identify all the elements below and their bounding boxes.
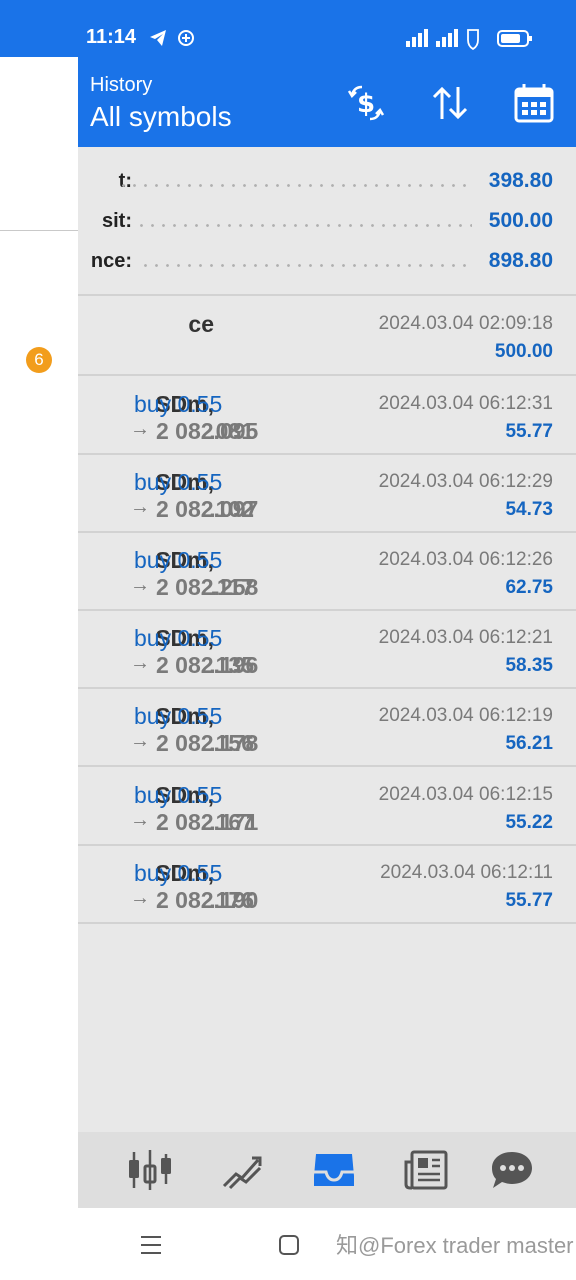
arrow-right-icon: → bbox=[130, 809, 150, 831]
tab-quotes[interactable] bbox=[126, 1148, 174, 1192]
notification-badge: 6 bbox=[26, 347, 52, 373]
deal-profit: 54.73 bbox=[505, 499, 553, 520]
deal-close-price: 2 082.258 bbox=[156, 574, 259, 600]
deal-close-price: 2 082.095 bbox=[156, 418, 259, 444]
deal-profit: 62.75 bbox=[505, 577, 553, 598]
deal-side: buy 0.55 bbox=[134, 547, 223, 573]
svg-text:$: $ bbox=[357, 89, 375, 119]
deal-profit: 55.22 bbox=[505, 812, 553, 833]
arrow-right-icon: → bbox=[130, 652, 150, 674]
deal-row[interactable]: SDm, buy 0.55 .081 → 2 082.095 2024.03.0… bbox=[78, 376, 576, 454]
home-button[interactable] bbox=[278, 1234, 300, 1261]
menu-icon bbox=[141, 1236, 161, 1254]
sort-icon bbox=[432, 86, 468, 120]
deal-row[interactable]: SDm, buy 0.55 .117 → 2 082.258 2024.03.0… bbox=[78, 532, 576, 610]
deal-time: 2024.03.04 06:12:19 bbox=[378, 705, 553, 726]
arrow-right-icon: → bbox=[130, 496, 150, 518]
arrow-right-icon: → bbox=[130, 887, 150, 909]
summary-label: t: bbox=[118, 170, 132, 192]
navigation-drawer[interactable]: 6 bbox=[0, 57, 78, 1208]
status-right-icons bbox=[404, 27, 534, 56]
sort-button[interactable] bbox=[428, 81, 472, 125]
home-square-icon bbox=[279, 1235, 299, 1255]
summary-row: t: 398.80 bbox=[78, 161, 576, 201]
status-left-icons bbox=[148, 28, 196, 53]
deal-time: 2024.03.04 02:09:18 bbox=[378, 313, 553, 334]
telegram-icon bbox=[150, 30, 194, 46]
deal-profit: 58.35 bbox=[505, 655, 553, 676]
deal-close-price: 2 082.178 bbox=[156, 730, 259, 756]
page-subtitle: History bbox=[90, 74, 153, 96]
dotted-leader bbox=[118, 184, 472, 187]
app-bar: History All symbols $ bbox=[78, 57, 576, 147]
chat-icon bbox=[492, 1152, 532, 1188]
deal-time: 2024.03.04 06:12:31 bbox=[378, 393, 553, 414]
chart-icon bbox=[222, 1156, 262, 1190]
period-button[interactable] bbox=[512, 81, 556, 125]
deal-side: buy 0.55 bbox=[134, 625, 223, 651]
quotes-icon bbox=[129, 1150, 171, 1190]
balance-amount: 500.00 bbox=[494, 341, 553, 362]
signal-battery-icon bbox=[406, 29, 532, 51]
deal-row[interactable]: SDm, buy 0.55 .167 → 2 082.171 2024.03.0… bbox=[78, 767, 576, 845]
bottom-navigation bbox=[78, 1132, 576, 1208]
summary-value: 898.80 bbox=[488, 249, 553, 272]
trade-inbox-icon bbox=[314, 1154, 354, 1186]
deal-row[interactable]: SDm, buy 0.55 .156 → 2 082.178 2024.03.0… bbox=[78, 688, 576, 766]
deal-time: 2024.03.04 06:12:26 bbox=[378, 549, 553, 570]
summary-value: 500.00 bbox=[488, 209, 553, 232]
deal-close-price: 2 082.196 bbox=[156, 652, 259, 678]
dotted-leader bbox=[140, 264, 472, 267]
summary-value: 398.80 bbox=[488, 169, 553, 192]
deal-time: 2024.03.04 06:12:15 bbox=[378, 784, 553, 805]
deal-side: buy 0.55 bbox=[134, 469, 223, 495]
watermark: 知@Forex trader master bbox=[336, 1233, 574, 1258]
deal-time: 2024.03.04 06:12:29 bbox=[378, 471, 553, 492]
arrow-right-icon: → bbox=[130, 418, 150, 440]
calendar-icon bbox=[514, 84, 554, 123]
deposit-withdraw-button[interactable]: $ bbox=[344, 81, 388, 125]
arrow-right-icon: → bbox=[130, 574, 150, 596]
history-list[interactable]: t: 398.80 sit: 500.00 nce: 898.80 ce 202… bbox=[78, 147, 576, 1132]
balance-label: ce bbox=[188, 311, 214, 337]
deal-close-price: 2 082.097 bbox=[156, 496, 259, 522]
tab-news[interactable] bbox=[402, 1148, 450, 1192]
deal-side: buy 0.55 bbox=[134, 703, 223, 729]
news-icon bbox=[404, 1150, 448, 1190]
deal-profit: 55.77 bbox=[505, 421, 553, 442]
deal-time: 2024.03.04 06:12:11 bbox=[380, 862, 553, 883]
deal-row[interactable]: SDm, buy 0.55 .135 → 2 082.196 2024.03.0… bbox=[78, 610, 576, 688]
deal-close-price: 2 082.190 bbox=[156, 887, 259, 913]
drawer-divider bbox=[0, 230, 78, 231]
deal-profit: 56.21 bbox=[505, 733, 553, 754]
tab-chat[interactable] bbox=[488, 1148, 536, 1192]
deal-profit: 55.77 bbox=[505, 890, 553, 911]
summary-label: nce: bbox=[90, 250, 132, 272]
summary-row: sit: 500.00 bbox=[78, 201, 576, 241]
menu-button[interactable] bbox=[140, 1234, 162, 1261]
currency-exchange-icon: $ bbox=[347, 85, 385, 121]
tab-history[interactable] bbox=[310, 1148, 358, 1192]
summary-label: sit: bbox=[102, 210, 132, 232]
deal-time: 2024.03.04 06:12:21 bbox=[378, 627, 553, 648]
system-navigation-bar: 知@Forex trader master bbox=[0, 1208, 576, 1280]
deal-side: buy 0.55 bbox=[134, 782, 223, 808]
tab-chart[interactable] bbox=[218, 1148, 266, 1192]
deal-row[interactable]: SDm, buy 0.55 .102 → 2 082.097 2024.03.0… bbox=[78, 454, 576, 532]
symbol-selector[interactable]: All symbols bbox=[90, 101, 232, 133]
dotted-leader bbox=[136, 224, 472, 227]
status-time: 11:14 bbox=[86, 26, 137, 48]
summary-row: nce: 898.80 bbox=[78, 241, 576, 281]
arrow-right-icon: → bbox=[130, 730, 150, 752]
deal-side: buy 0.55 bbox=[134, 860, 223, 886]
deal-row[interactable]: SDm, buy 0.55 .176 → 2 082.190 2024.03.0… bbox=[78, 845, 576, 923]
deal-side: buy 0.55 bbox=[134, 391, 223, 417]
deal-close-price: 2 082.171 bbox=[156, 809, 259, 835]
balance-row[interactable]: ce 2024.03.04 02:09:18 500.00 bbox=[78, 296, 576, 374]
divider bbox=[78, 922, 576, 924]
